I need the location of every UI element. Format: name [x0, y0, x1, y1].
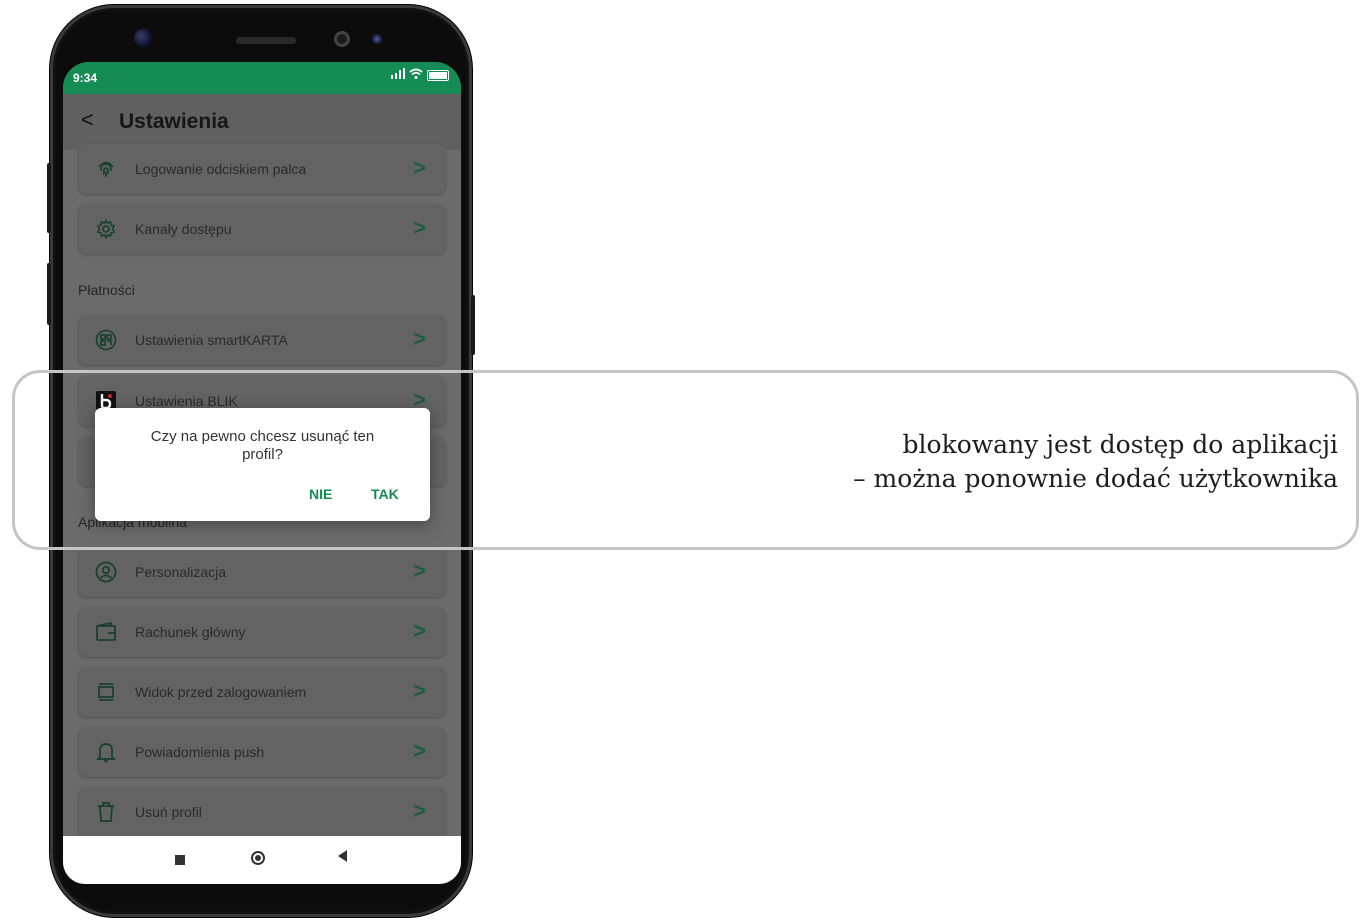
volume-button	[47, 163, 51, 233]
settings-item-label: Powiadomienia push	[135, 744, 265, 760]
page-title: Ustawienia	[119, 110, 229, 133]
back-arrow-icon[interactable]: <	[81, 108, 94, 132]
gear-icon	[94, 217, 118, 241]
proximity-sensor	[372, 34, 382, 44]
chevron-right-icon: >	[413, 798, 426, 823]
chevron-right-icon: >	[413, 738, 426, 763]
power-button	[471, 295, 475, 355]
bixby-button	[47, 263, 51, 325]
settings-item-label: Logowanie odciskiem palca	[135, 161, 307, 177]
recent-apps-icon[interactable]	[175, 855, 185, 865]
caption-line-2: – można ponownie dodać użytkownika	[853, 464, 1338, 493]
chevron-right-icon: >	[413, 618, 426, 643]
preview-window-icon	[94, 680, 118, 704]
settings-item-label: Widok przed zalogowaniem	[135, 684, 307, 700]
battery-icon	[427, 69, 449, 81]
front-camera	[134, 29, 152, 47]
chevron-right-icon: >	[413, 558, 426, 583]
caption: blokowany jest dostęp do aplikacji – moż…	[853, 428, 1338, 496]
settings-item-fingerprint[interactable]: Logowanie odciskiem palca >	[78, 144, 446, 194]
settings-item-label: Rachunek główny	[135, 624, 246, 640]
bell-icon	[94, 740, 118, 764]
chevron-right-icon: >	[413, 215, 426, 240]
wifi-icon	[409, 68, 423, 82]
android-nav-bar	[63, 836, 461, 884]
status-time: 9:34	[73, 71, 98, 85]
status-bar: 9:34	[63, 62, 461, 94]
nav-back-icon[interactable]	[338, 850, 347, 862]
chevron-right-icon: >	[413, 155, 426, 180]
signal-icon	[391, 68, 405, 82]
settings-item-label: Personalizacja	[135, 564, 227, 580]
settings-item-push[interactable]: Powiadomienia push >	[78, 727, 446, 777]
section-header-payments: Płatności	[78, 282, 135, 298]
chevron-right-icon: >	[413, 326, 426, 351]
iris-sensor	[334, 31, 350, 47]
settings-item-personalization[interactable]: Personalizacja >	[78, 547, 446, 597]
settings-item-login-preview[interactable]: Widok przed zalogowaniem >	[78, 667, 446, 717]
settings-item-smartkarta[interactable]: Ustawienia smartKARTA >	[78, 315, 446, 365]
wallet-icon	[94, 620, 118, 644]
settings-item-label: Ustawienia smartKARTA	[135, 332, 288, 348]
settings-item-label: Kanały dostępu	[135, 221, 232, 237]
trash-icon	[94, 800, 118, 824]
settings-item-access-channels[interactable]: Kanały dostępu >	[78, 204, 446, 254]
status-icons	[391, 68, 449, 82]
app-bar: < Ustawienia	[63, 94, 461, 150]
home-icon[interactable]	[251, 851, 265, 865]
settings-item-label: Usuń profil	[135, 804, 202, 820]
caption-line-1: blokowany jest dostęp do aplikacji	[902, 430, 1338, 459]
settings-item-delete-profile[interactable]: Usuń profil >	[78, 787, 446, 837]
chevron-right-icon: >	[413, 678, 426, 703]
qr-code-icon	[94, 328, 118, 352]
fingerprint-icon	[94, 157, 118, 181]
earpiece-speaker	[236, 37, 296, 44]
settings-item-main-account[interactable]: Rachunek główny >	[78, 607, 446, 657]
user-circle-icon	[94, 560, 118, 584]
